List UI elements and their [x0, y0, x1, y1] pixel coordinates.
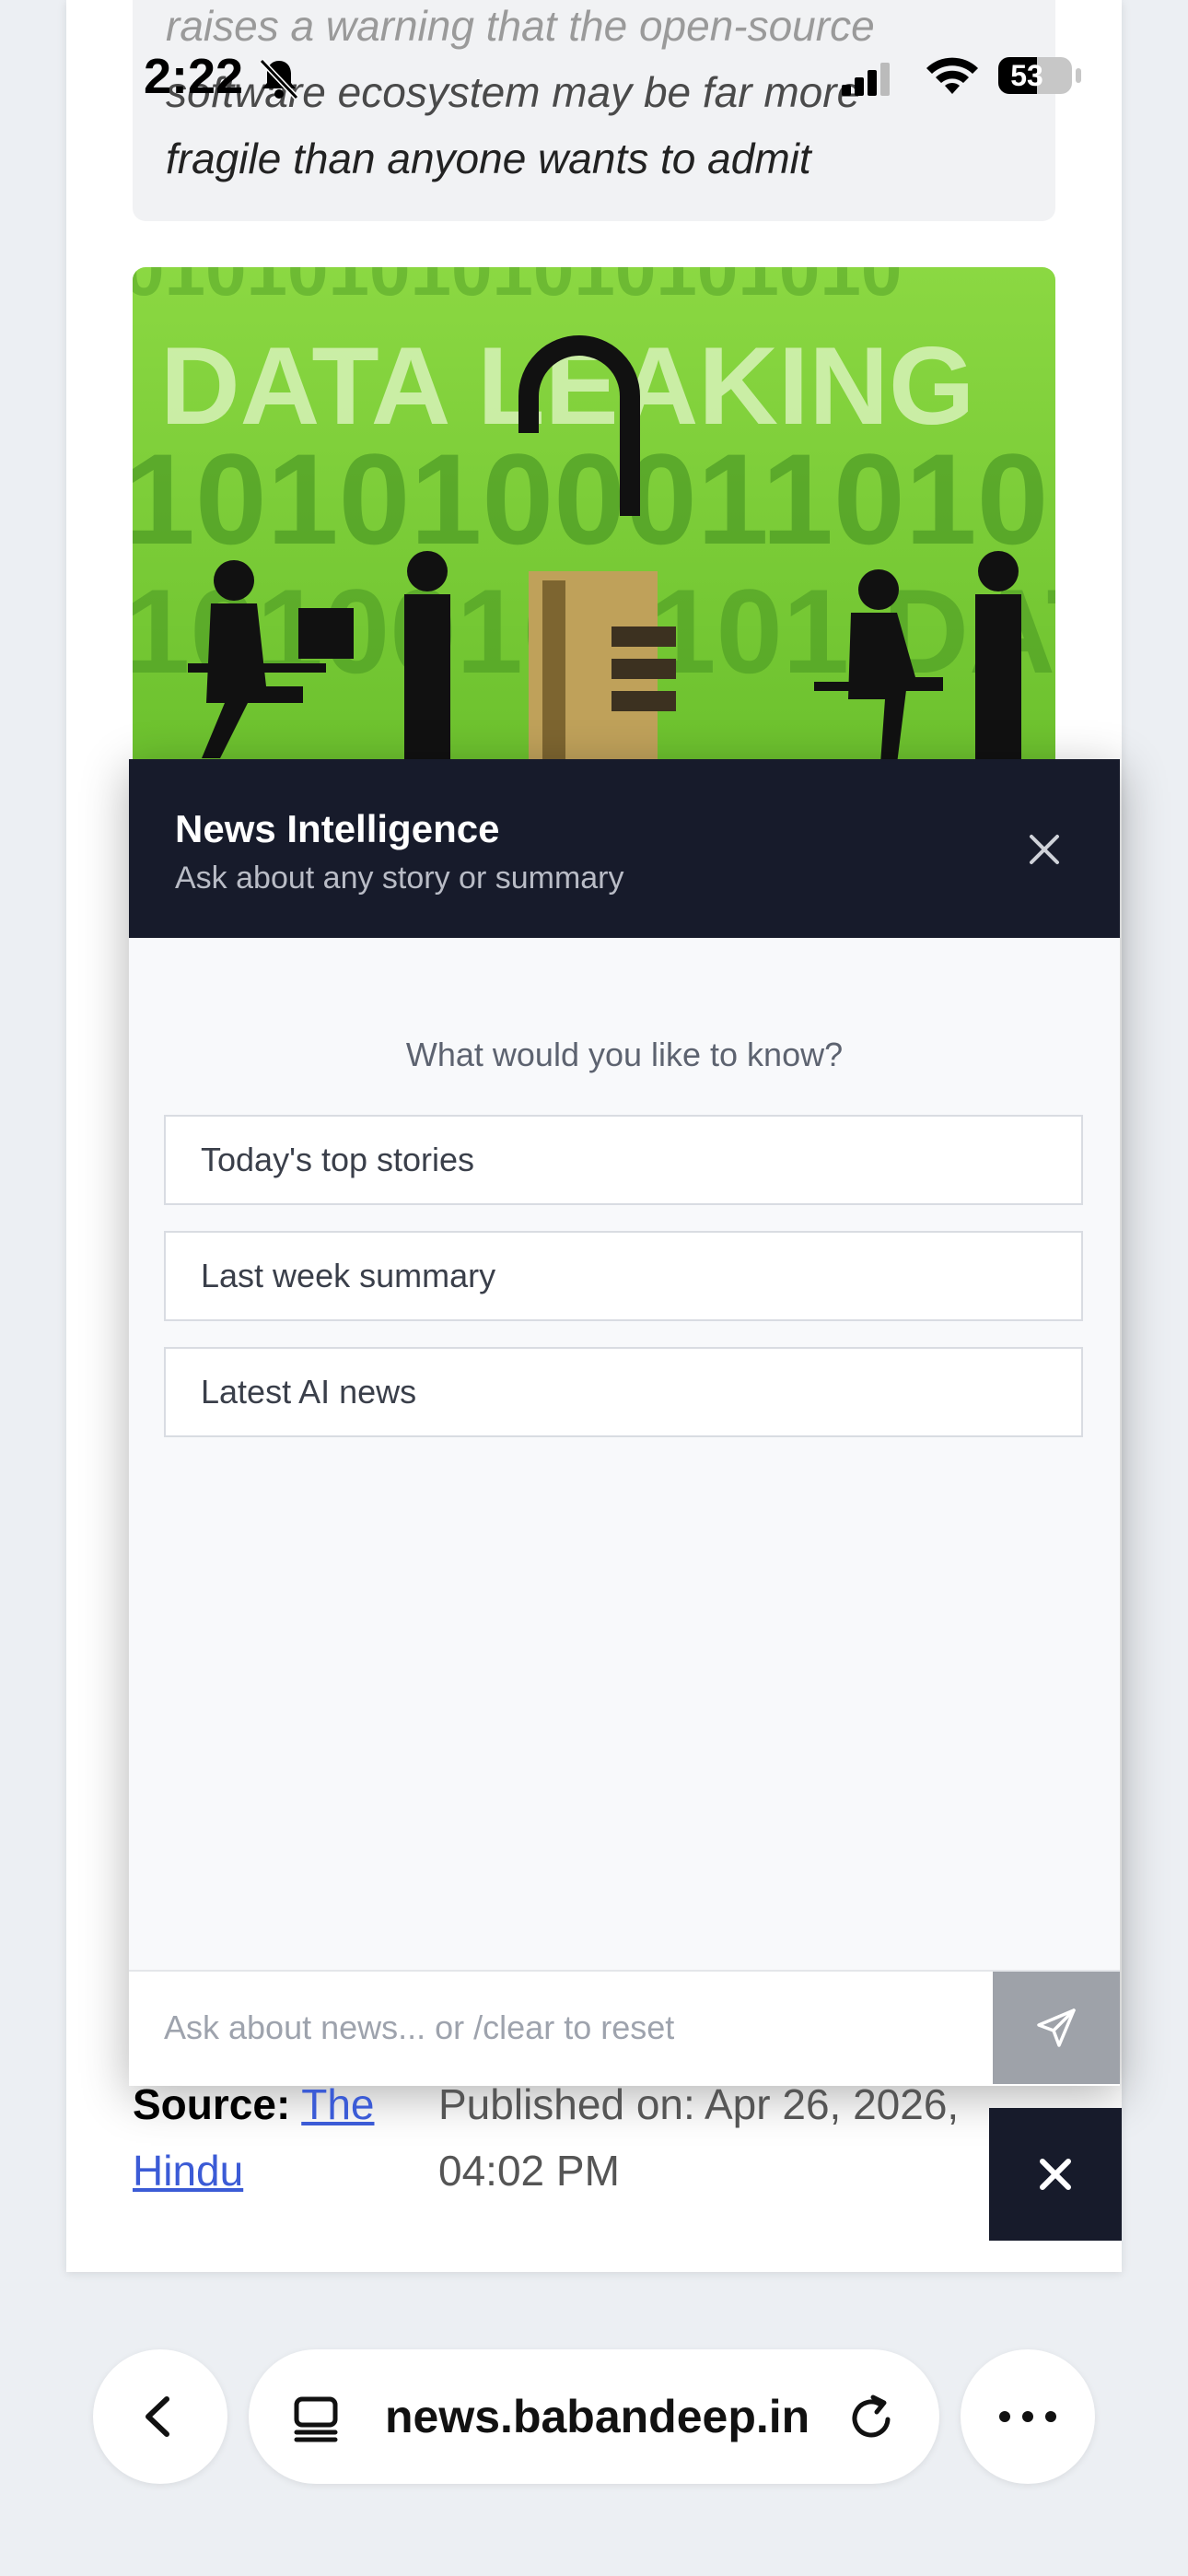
chevron-left-icon	[146, 2396, 169, 2437]
tab-view-icon[interactable]	[291, 2394, 341, 2443]
quote-line-3: fragile than anyone wants to admit	[166, 135, 811, 182]
hero-binary-row: 0101010101010101010	[133, 267, 902, 310]
url-text[interactable]: news.babandeep.in	[385, 2349, 809, 2484]
hero-binary-row: 1010100011010101	[133, 427, 1055, 571]
article-hero-image: 0101010101010101010 DATA LEAKING 1010100…	[133, 267, 1055, 765]
battery-tip	[1076, 68, 1081, 83]
chat-toggle-close-button[interactable]	[989, 2108, 1122, 2241]
address-bar[interactable]: news.babandeep.in	[249, 2349, 939, 2484]
chat-prompt: What would you like to know?	[405, 1036, 844, 1073]
battery-icon: 53	[998, 57, 1072, 94]
chat-panel: News Intelligence Ask about any story or…	[129, 759, 1120, 2086]
send-icon	[1037, 2008, 1076, 2047]
close-icon	[1030, 835, 1059, 864]
wifi-icon	[926, 57, 978, 94]
article-source: Source: The Hindu	[133, 2071, 427, 2204]
cellular-signal-icon	[842, 63, 890, 96]
chat-subtitle: Ask about any story or summary	[175, 861, 624, 896]
chat-input[interactable]	[129, 1972, 993, 2084]
suggestion-latest-ai-news[interactable]: Latest AI news	[164, 1347, 1083, 1437]
chat-input-bar	[129, 1970, 1120, 2086]
chat-close-button[interactable]	[1019, 824, 1070, 875]
send-button[interactable]	[993, 1972, 1120, 2084]
more-icon	[999, 2411, 1056, 2422]
battery-level: 53	[1010, 59, 1043, 92]
reload-icon[interactable]	[845, 2392, 897, 2443]
close-icon	[1040, 2159, 1071, 2190]
status-time: 2:22	[144, 49, 244, 104]
source-label: Source:	[133, 2080, 291, 2128]
status-icons: 53	[840, 52, 1089, 103]
more-menu-button[interactable]	[961, 2349, 1095, 2484]
suggestion-top-stories[interactable]: Today's top stories	[164, 1115, 1083, 1205]
bell-slash-icon	[259, 58, 299, 100]
quote-line-1: raises a warning that the open-source	[166, 2, 875, 50]
published-date: Published on: Apr 26, 2026, 04:02 PM	[438, 2080, 960, 2195]
chat-title: News Intelligence	[175, 807, 500, 850]
chat-header: News Intelligence Ask about any story or…	[129, 759, 1120, 938]
suggestion-last-week-summary[interactable]: Last week summary	[164, 1231, 1083, 1321]
back-button[interactable]	[93, 2349, 227, 2484]
